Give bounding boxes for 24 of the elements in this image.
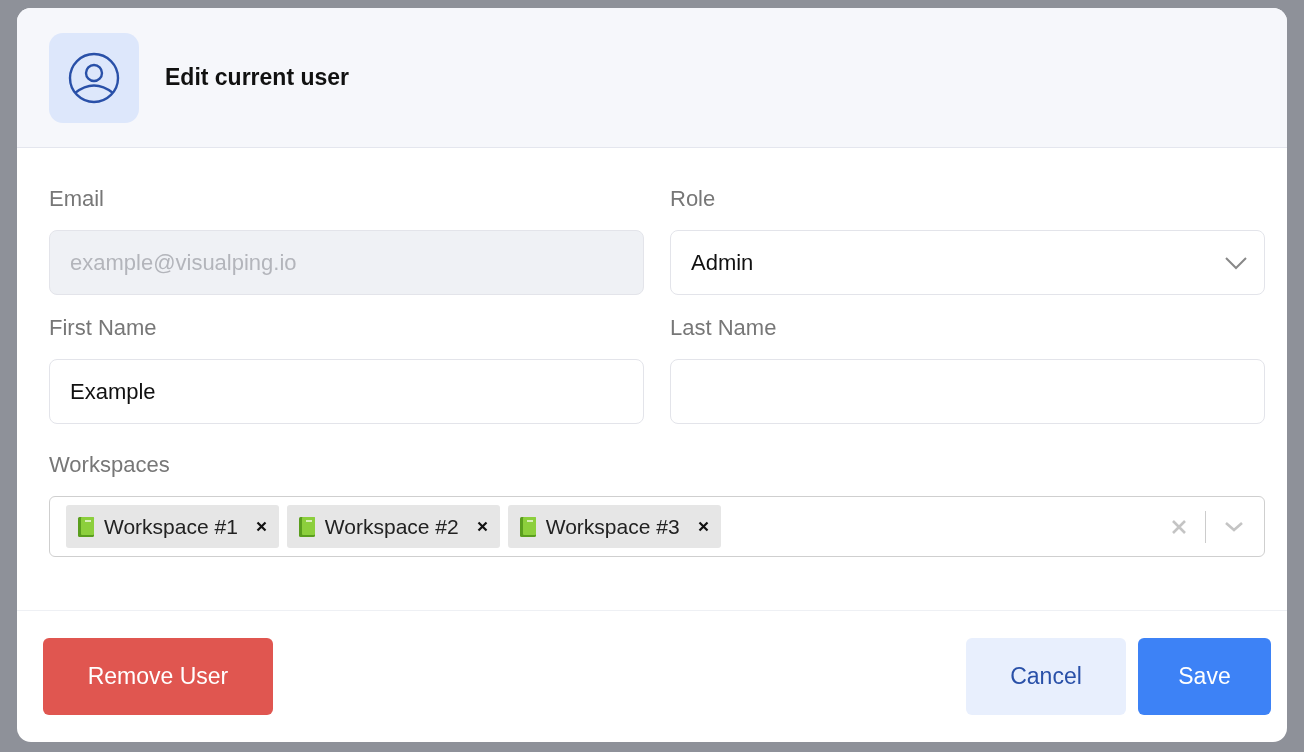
input-field[interactable] xyxy=(670,359,1265,424)
book-icon xyxy=(296,515,317,538)
cancel-button[interactable]: Cancel xyxy=(966,638,1126,715)
remove-icon[interactable] xyxy=(476,521,488,532)
chevron-down-icon xyxy=(1224,255,1248,270)
role-dropdown[interactable]: Admin xyxy=(670,230,1265,295)
remove-icon[interactable] xyxy=(697,521,709,532)
field-label: Role xyxy=(670,186,717,212)
remove-icon[interactable] xyxy=(255,521,267,532)
tag-label: Workspace #1 xyxy=(104,514,238,539)
field-label: Last Name xyxy=(670,315,778,341)
tag-label: Workspace #2 xyxy=(324,514,459,539)
workspaces-select[interactable]: Workspace #1 Workspace #2 Workspace #3 xyxy=(49,496,1265,557)
tag-label: Workspace #3 xyxy=(545,514,680,539)
field-label: Email xyxy=(49,186,105,212)
dialog-title: Edit current user xyxy=(165,64,350,91)
field-label: First Name xyxy=(49,315,158,341)
book-icon xyxy=(76,515,96,538)
book-icon xyxy=(517,515,538,538)
input-field[interactable]: Example xyxy=(49,359,644,424)
save-button[interactable]: Save xyxy=(1138,638,1271,715)
remove-user-button[interactable]: Remove User xyxy=(43,638,273,715)
field-label: Workspaces xyxy=(49,452,171,478)
user-icon xyxy=(49,32,139,123)
